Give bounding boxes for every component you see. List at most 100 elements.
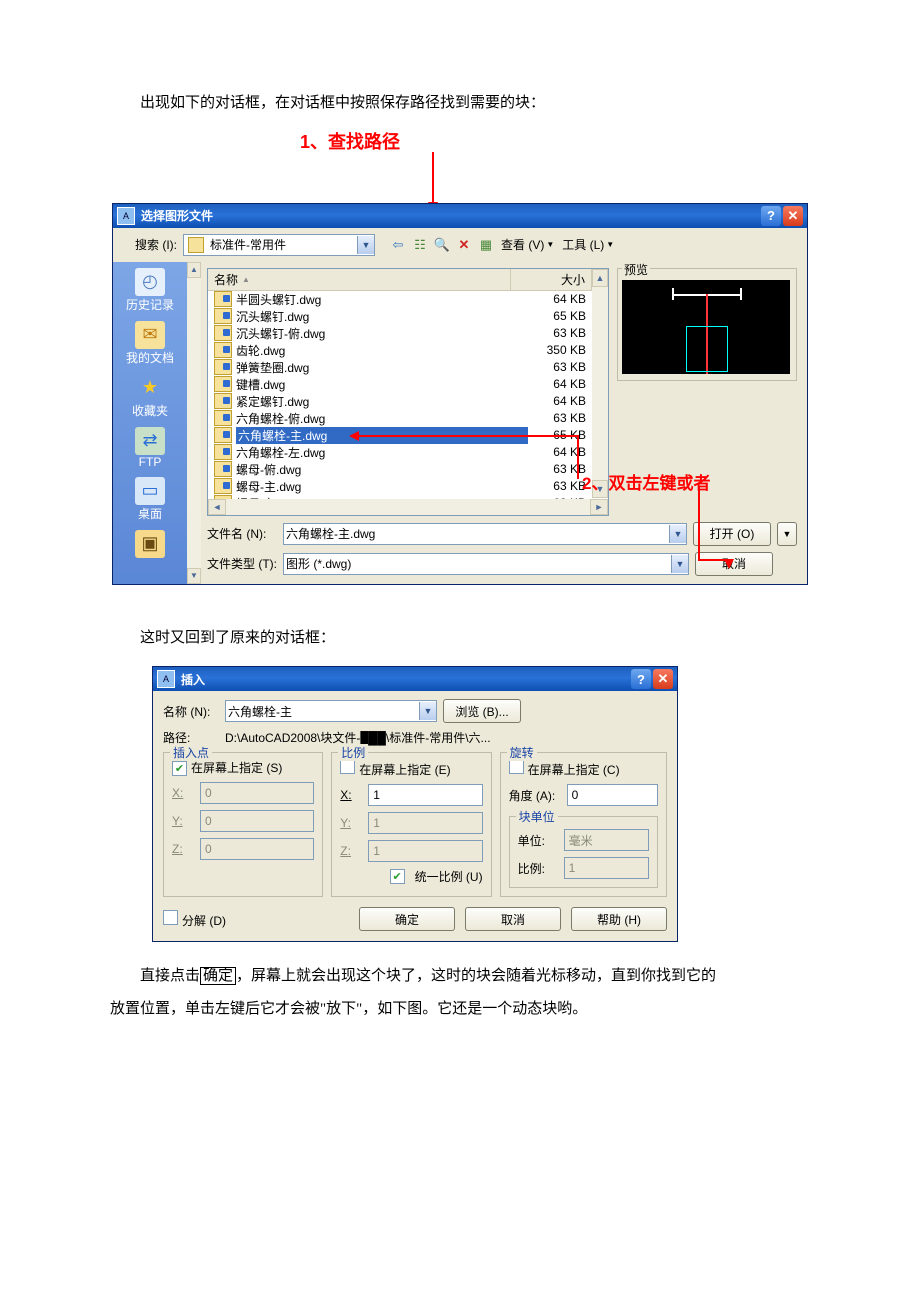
y-field: 0	[200, 810, 314, 832]
file-row[interactable]: 半圆头螺钉.dwg64 KB	[208, 291, 608, 308]
dwg-icon	[214, 410, 232, 426]
file-row[interactable]: 紧定螺钉.dwg64 KB	[208, 393, 608, 410]
dwg-icon	[214, 444, 232, 460]
browse-button[interactable]: 浏览 (B)...	[443, 699, 521, 723]
file-list[interactable]: 名称▲ 大小 半圆头螺钉.dwg64 KB沉头螺钉.dwg65 KB沉头螺钉-俯…	[207, 268, 609, 516]
file-row[interactable]: 螺母-主.dwg63 KB	[208, 478, 608, 495]
dwg-icon	[214, 376, 232, 392]
file-row[interactable]: 沉头螺钉.dwg65 KB	[208, 308, 608, 325]
place-icon: ◴	[135, 268, 165, 296]
chevron-down-icon[interactable]: ▼	[671, 555, 688, 573]
group-rotation: 旋转 在屏幕上指定 (C) 角度 (A):0 块单位 单位:毫米 比例:1	[500, 752, 667, 897]
name-label: 名称 (N):	[163, 703, 219, 720]
file-scrollbar[interactable]: ▲▼	[592, 269, 608, 498]
scroll-right-icon[interactable]: ►	[590, 499, 608, 515]
insert-dialog: A 插入 ? ✕ 名称 (N): 六角螺栓-主 ▼ 浏览 (B)... 路径: …	[152, 666, 678, 942]
dwg-icon	[214, 393, 232, 409]
group-scale: 比例 在屏幕上指定 (E) X:1 Y:1 Z:1 统一比例 (U)	[331, 752, 491, 897]
uniform-checkbox[interactable]	[390, 869, 405, 884]
view-menu[interactable]: 查看 (V)▼	[499, 236, 556, 253]
dwg-icon	[214, 495, 232, 499]
file-row[interactable]: 弹簧垫圈.dwg63 KB	[208, 359, 608, 376]
angle-field[interactable]: 0	[567, 784, 658, 806]
place-item[interactable]: ⇄FTP	[135, 427, 165, 469]
app-icon: A	[117, 207, 135, 225]
explode-checkbox[interactable]	[163, 910, 178, 925]
open-dropdown-icon[interactable]: ▼	[777, 522, 797, 546]
tools-menu[interactable]: 工具 (L)▼	[560, 236, 616, 253]
help-icon[interactable]: ?	[631, 669, 651, 689]
window-title: 插入	[181, 671, 629, 688]
dwg-icon	[214, 342, 232, 358]
lookin-combo[interactable]: 标准件-常用件 ▼	[183, 234, 375, 256]
help-button[interactable]: 帮助 (H)	[571, 907, 667, 931]
cancel-button[interactable]: 取消	[695, 552, 773, 576]
place-icon: ▭	[135, 477, 165, 505]
scale-x-field[interactable]: 1	[368, 784, 482, 806]
scroll-left-icon[interactable]: ◄	[208, 499, 226, 515]
unitscale-field: 1	[564, 857, 649, 879]
place-icon: ⇄	[135, 427, 165, 455]
chevron-down-icon[interactable]: ▼	[669, 525, 686, 543]
file-dialog: A 选择图形文件 ? ✕ 搜索 (I): 标准件-常用件 ▼ ⇦ ☷ 🔍	[112, 203, 808, 585]
open-button[interactable]: 打开 (O)	[693, 522, 771, 546]
file-row[interactable]: 沉头螺钉-俯.dwg63 KB	[208, 325, 608, 342]
scale-y-field: 1	[368, 812, 482, 834]
folder-icon	[188, 237, 204, 253]
scale-z-field: 1	[368, 840, 482, 862]
filetype-combo[interactable]: 图形 (*.dwg) ▼	[283, 553, 689, 575]
doc-mid: 这时又回到了原来的对话框：	[110, 623, 810, 655]
delete-icon[interactable]: ✕	[455, 236, 473, 254]
onscreen-e-checkbox[interactable]	[340, 759, 355, 774]
chevron-down-icon[interactable]: ▼	[357, 236, 374, 254]
chevron-down-icon[interactable]: ▼	[419, 702, 436, 720]
places-bar: ◴历史记录 ✉我的文档 ★收藏夹 ⇄FTP ▭桌面 ▣ ▲▼	[113, 262, 201, 584]
newfolder-icon[interactable]: ▦	[477, 236, 495, 254]
annotation-2: 2、双击左键或者	[582, 469, 710, 494]
close-icon[interactable]: ✕	[653, 669, 673, 689]
up-icon[interactable]: ☷	[411, 236, 429, 254]
window-title: 选择图形文件	[141, 207, 759, 224]
place-item[interactable]: ▭桌面	[135, 477, 165, 522]
help-icon[interactable]: ?	[761, 206, 781, 226]
place-icon: ✉	[135, 321, 165, 349]
dwg-icon	[214, 461, 232, 477]
file-row[interactable]: 螺母-俯.dwg63 KB	[208, 461, 608, 478]
filename-input[interactable]: 六角螺栓-主.dwg ▼	[283, 523, 687, 545]
place-item[interactable]: ✉我的文档	[126, 321, 174, 366]
dwg-icon	[214, 308, 232, 324]
unit-field: 毫米	[564, 829, 649, 851]
place-icon: ★	[135, 374, 165, 402]
arrow-line	[357, 435, 579, 437]
dwg-icon	[214, 478, 232, 494]
close-icon[interactable]: ✕	[783, 206, 803, 226]
dwg-icon	[214, 427, 232, 443]
file-row[interactable]: 六角螺栓-左.dwg64 KB	[208, 444, 608, 461]
file-row[interactable]: 键槽.dwg64 KB	[208, 376, 608, 393]
place-item[interactable]: ★收藏夹	[132, 374, 168, 419]
places-scrollbar[interactable]: ▲▼	[187, 262, 201, 584]
filename-label: 文件名 (N):	[207, 525, 277, 542]
doc-tail: 直接点击确定，屏幕上就会出现这个块了，这时的块会随着光标移动，直到你找到它的 放…	[110, 960, 810, 1026]
boxed-word: 确定	[200, 967, 236, 985]
dwg-icon	[214, 325, 232, 341]
ok-button[interactable]: 确定	[359, 907, 455, 931]
group-insertpoint: 插入点 在屏幕上指定 (S) X:0 Y:0 Z:0	[163, 752, 323, 897]
cancel-button[interactable]: 取消	[465, 907, 561, 931]
z-field: 0	[200, 838, 314, 860]
titlebar[interactable]: A 插入 ? ✕	[153, 667, 677, 691]
search-icon[interactable]: 🔍	[433, 236, 451, 254]
place-item[interactable]: ◴历史记录	[126, 268, 174, 313]
back-icon[interactable]: ⇦	[389, 236, 407, 254]
place-icon: ▣	[135, 530, 165, 558]
preview-image	[622, 280, 790, 374]
titlebar[interactable]: A 选择图形文件 ? ✕	[113, 204, 807, 228]
app-icon: A	[157, 670, 175, 688]
file-row[interactable]: 齿轮.dwg350 KB	[208, 342, 608, 359]
filetype-label: 文件类型 (T):	[207, 555, 277, 572]
onscreen-s-checkbox[interactable]	[172, 761, 187, 776]
onscreen-c-checkbox[interactable]	[509, 759, 524, 774]
name-combo[interactable]: 六角螺栓-主 ▼	[225, 700, 437, 722]
file-row[interactable]: 六角螺栓-俯.dwg63 KB	[208, 410, 608, 427]
place-item[interactable]: ▣	[135, 530, 165, 558]
